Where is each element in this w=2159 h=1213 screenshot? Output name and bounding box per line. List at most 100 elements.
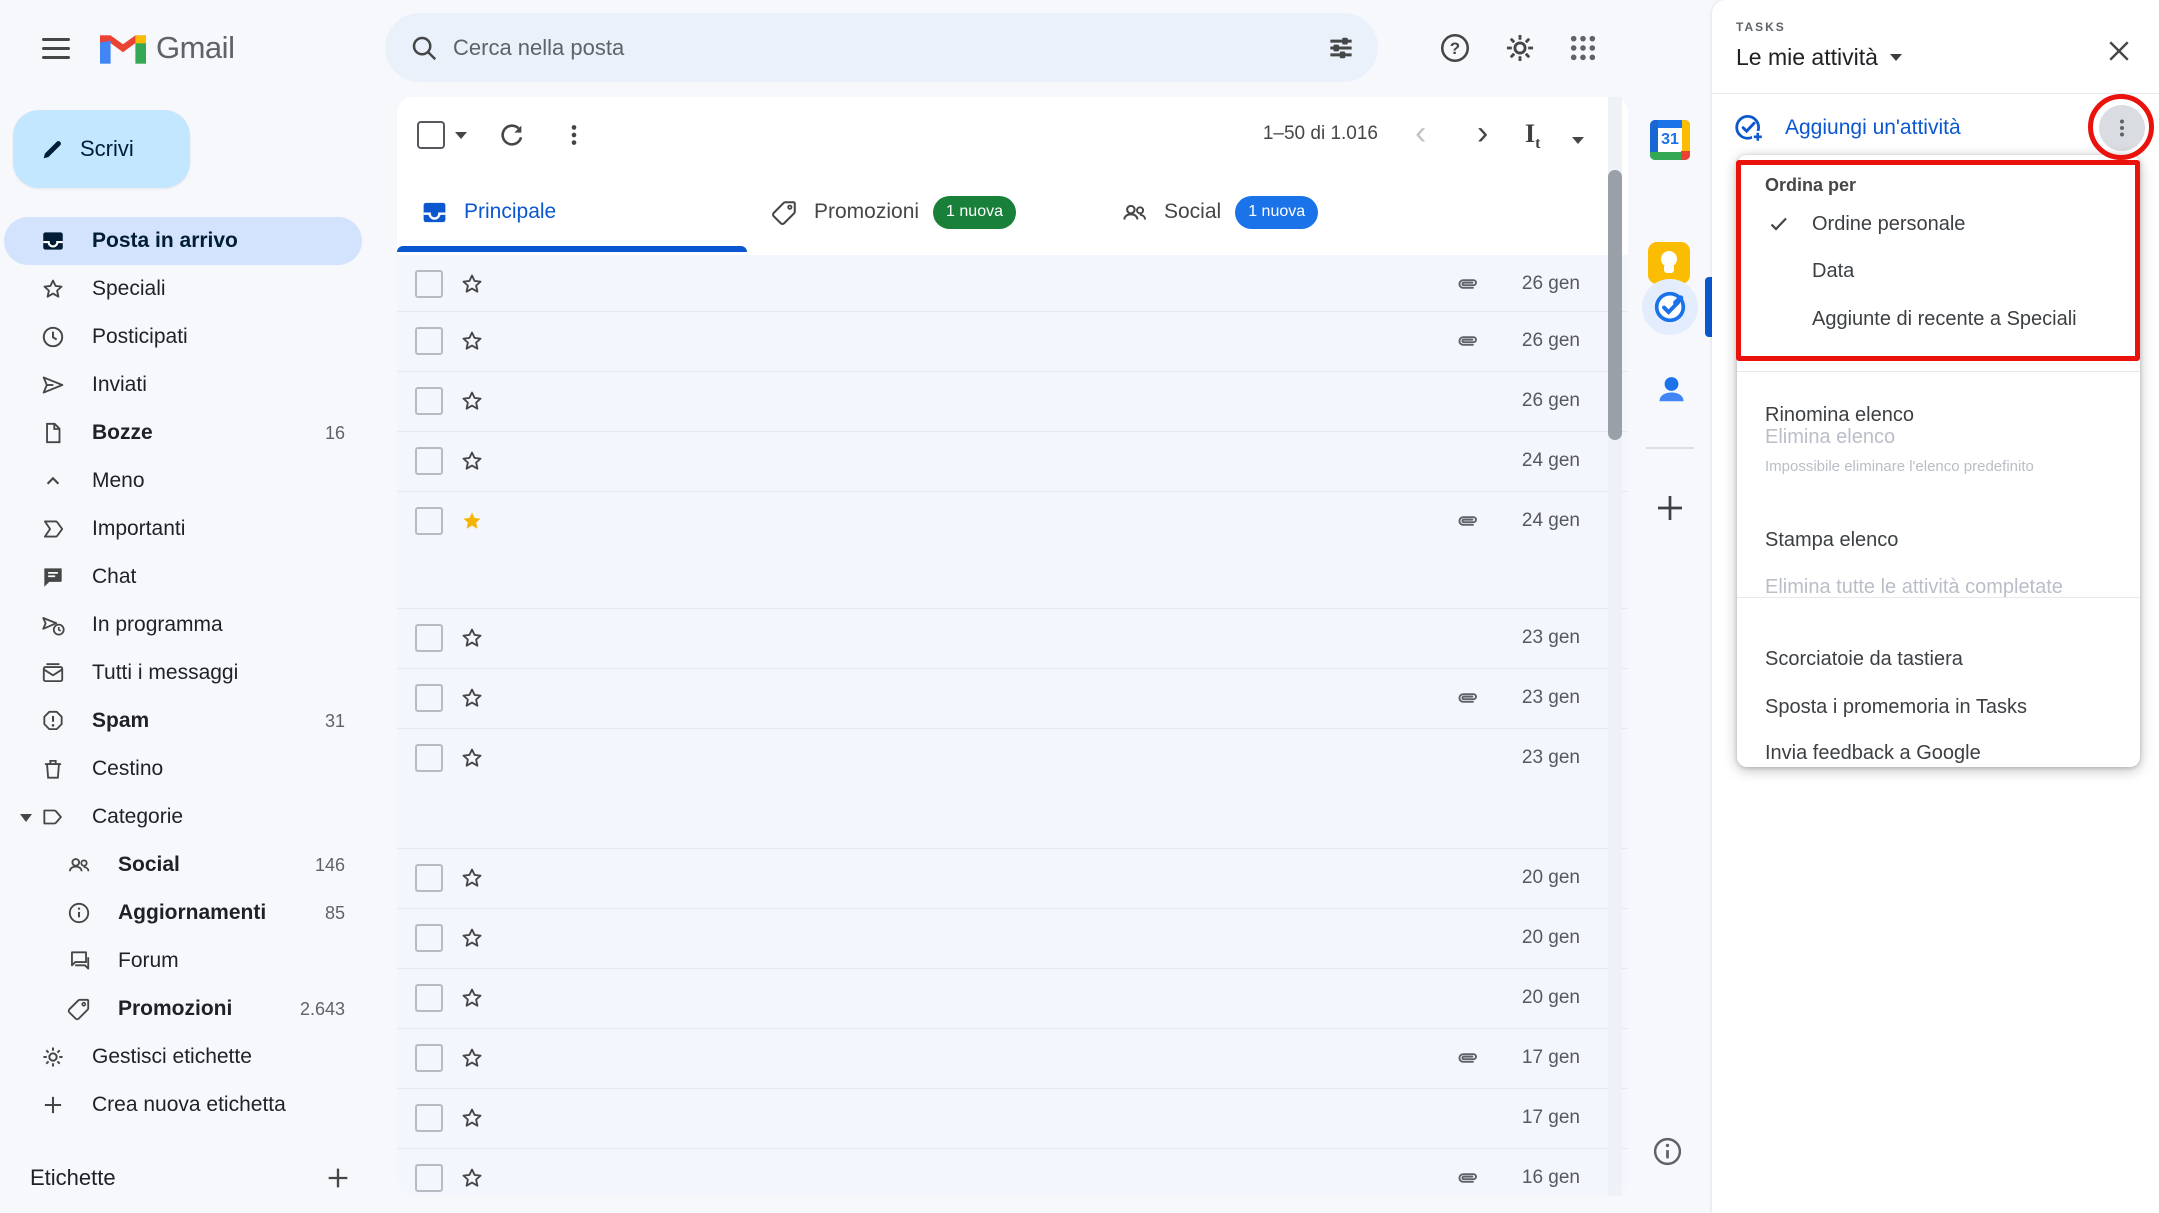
create-label-plus-icon[interactable]: [324, 1164, 352, 1192]
tasks-icon[interactable]: [1653, 290, 1687, 324]
search-bar[interactable]: Cerca nella posta: [385, 13, 1378, 82]
refresh-icon[interactable]: [498, 121, 526, 149]
email-checkbox[interactable]: [415, 270, 443, 298]
task-list-selector[interactable]: Le mie attività: [1736, 44, 1902, 71]
apps-grid-icon[interactable]: [1552, 17, 1614, 79]
tab-primary[interactable]: Principale: [397, 172, 747, 252]
input-tools-caret-icon[interactable]: [1572, 137, 1584, 144]
email-row[interactable]: 24 gen: [397, 492, 1628, 609]
sidebar-item-scheduled[interactable]: In programma: [4, 601, 362, 649]
tune-icon[interactable]: [1326, 33, 1356, 63]
sidebar-item-spam[interactable]: Spam31: [4, 697, 362, 745]
star-icon[interactable]: [459, 271, 485, 297]
tab-social[interactable]: Social1 nuova: [1097, 172, 1447, 252]
star-icon[interactable]: [459, 745, 485, 771]
settings-gear-icon[interactable]: [1489, 17, 1551, 79]
star-icon[interactable]: [459, 1165, 485, 1191]
email-checkbox[interactable]: [415, 744, 443, 772]
email-checkbox[interactable]: [415, 864, 443, 892]
contacts-icon[interactable]: [1652, 372, 1688, 408]
email-row[interactable]: 23 gen: [397, 669, 1628, 729]
main-menu-icon[interactable]: [34, 32, 78, 64]
menu-item-footer-1[interactable]: Scorciatoie da tastiera: [1737, 635, 2140, 683]
email-checkbox[interactable]: [415, 1044, 443, 1072]
older-page-chevron-icon[interactable]: ›: [1477, 114, 1488, 153]
get-addons-plus-icon[interactable]: [1652, 490, 1688, 526]
email-row[interactable]: 20 gen: [397, 849, 1628, 909]
email-checkbox[interactable]: [415, 327, 443, 355]
sidebar-item-starred[interactable]: Speciali: [4, 265, 362, 313]
star-filled-icon[interactable]: [459, 508, 485, 534]
scrollbar-thumb[interactable]: [1608, 170, 1622, 440]
close-panel-icon[interactable]: [2104, 36, 2136, 68]
help-icon[interactable]: ?: [1424, 17, 1486, 79]
email-checkbox[interactable]: [415, 624, 443, 652]
sidebar-item-important[interactable]: Importanti: [4, 505, 362, 553]
sidebar-item-create-label[interactable]: Crea nuova etichetta: [4, 1081, 362, 1129]
menu-item-footer-2[interactable]: Sposta i promemoria in Tasks: [1737, 683, 2140, 731]
email-checkbox[interactable]: [415, 1164, 443, 1192]
compose-button[interactable]: Scrivi: [13, 110, 190, 188]
keep-icon[interactable]: [1648, 242, 1690, 284]
add-task-button[interactable]: Aggiungi un'attività: [1733, 112, 1961, 144]
sidebar-item-drafts[interactable]: Bozze16: [4, 409, 362, 457]
list-options-menu-icon[interactable]: [2099, 105, 2145, 151]
email-row[interactable]: 23 gen: [397, 729, 1628, 849]
newer-page-chevron-icon[interactable]: ‹: [1415, 114, 1426, 153]
sidebar-item-snoozed[interactable]: Posticipati: [4, 313, 362, 361]
search-icon[interactable]: [409, 33, 439, 63]
menu-item-print-list[interactable]: Stampa elenco: [1737, 516, 2140, 564]
email-checkbox[interactable]: [415, 507, 443, 535]
star-icon[interactable]: [459, 328, 485, 354]
email-row[interactable]: 16 gen: [397, 1149, 1628, 1196]
sidebar-item-inbox[interactable]: Posta in arrivo: [4, 217, 362, 265]
email-row[interactable]: 23 gen: [397, 609, 1628, 669]
calendar-icon[interactable]: 31: [1650, 120, 1690, 160]
star-icon[interactable]: [459, 985, 485, 1011]
star-icon[interactable]: [459, 388, 485, 414]
select-dropdown-caret-icon[interactable]: [455, 132, 467, 139]
sidebar-item-cat-forums[interactable]: Forum: [4, 937, 362, 985]
sort-option-1[interactable]: Ordine personale: [1737, 200, 2140, 248]
email-checkbox[interactable]: [415, 1104, 443, 1132]
email-row[interactable]: 20 gen: [397, 909, 1628, 969]
email-row[interactable]: 17 gen: [397, 1029, 1628, 1089]
email-row[interactable]: 20 gen: [397, 969, 1628, 1029]
input-tools-button[interactable]: It: [1525, 119, 1540, 153]
sidebar-item-chat[interactable]: Chat: [4, 553, 362, 601]
star-icon[interactable]: [459, 625, 485, 651]
sidebar-item-all-mail[interactable]: Tutti i messaggi: [4, 649, 362, 697]
email-row[interactable]: 26 gen: [397, 372, 1628, 432]
star-icon[interactable]: [459, 1045, 485, 1071]
email-checkbox[interactable]: [415, 984, 443, 1012]
sidebar-item-cat-social[interactable]: Social146: [4, 841, 362, 889]
sidebar-item-manage-labels[interactable]: Gestisci etichette: [4, 1033, 362, 1081]
sidebar-item-cat-updates[interactable]: Aggiornamenti85: [4, 889, 362, 937]
sidebar-item-less[interactable]: Meno: [4, 457, 362, 505]
star-icon[interactable]: [459, 925, 485, 951]
sidebar-item-categories[interactable]: Categorie: [4, 793, 362, 841]
email-checkbox[interactable]: [415, 387, 443, 415]
star-icon[interactable]: [459, 448, 485, 474]
collapse-caret-icon[interactable]: [20, 814, 32, 822]
star-icon[interactable]: [459, 685, 485, 711]
sidebar-item-trash[interactable]: Cestino: [4, 745, 362, 793]
star-icon[interactable]: [459, 1105, 485, 1131]
more-options-icon[interactable]: [560, 121, 588, 149]
email-row[interactable]: 24 gen: [397, 432, 1628, 492]
select-all-checkbox[interactable]: [417, 121, 445, 149]
tab-promotions[interactable]: Promozioni1 nuova: [747, 172, 1097, 252]
menu-item-footer-3[interactable]: Invia feedback a Google: [1737, 729, 2140, 777]
email-row[interactable]: 17 gen: [397, 1089, 1628, 1149]
sort-option-2[interactable]: Data: [1737, 247, 2140, 295]
search-input[interactable]: Cerca nella posta: [453, 35, 1326, 61]
sidebar-item-cat-promotions[interactable]: Promozioni2.643: [4, 985, 362, 1033]
email-row[interactable]: 26 gen: [397, 312, 1628, 372]
email-checkbox[interactable]: [415, 447, 443, 475]
email-checkbox[interactable]: [415, 924, 443, 952]
sort-option-3[interactable]: Aggiunte di recente a Speciali: [1737, 295, 2140, 343]
email-checkbox[interactable]: [415, 684, 443, 712]
star-icon[interactable]: [459, 865, 485, 891]
email-row[interactable]: 26 gen: [397, 255, 1628, 312]
sidebar-item-sent[interactable]: Inviati: [4, 361, 362, 409]
